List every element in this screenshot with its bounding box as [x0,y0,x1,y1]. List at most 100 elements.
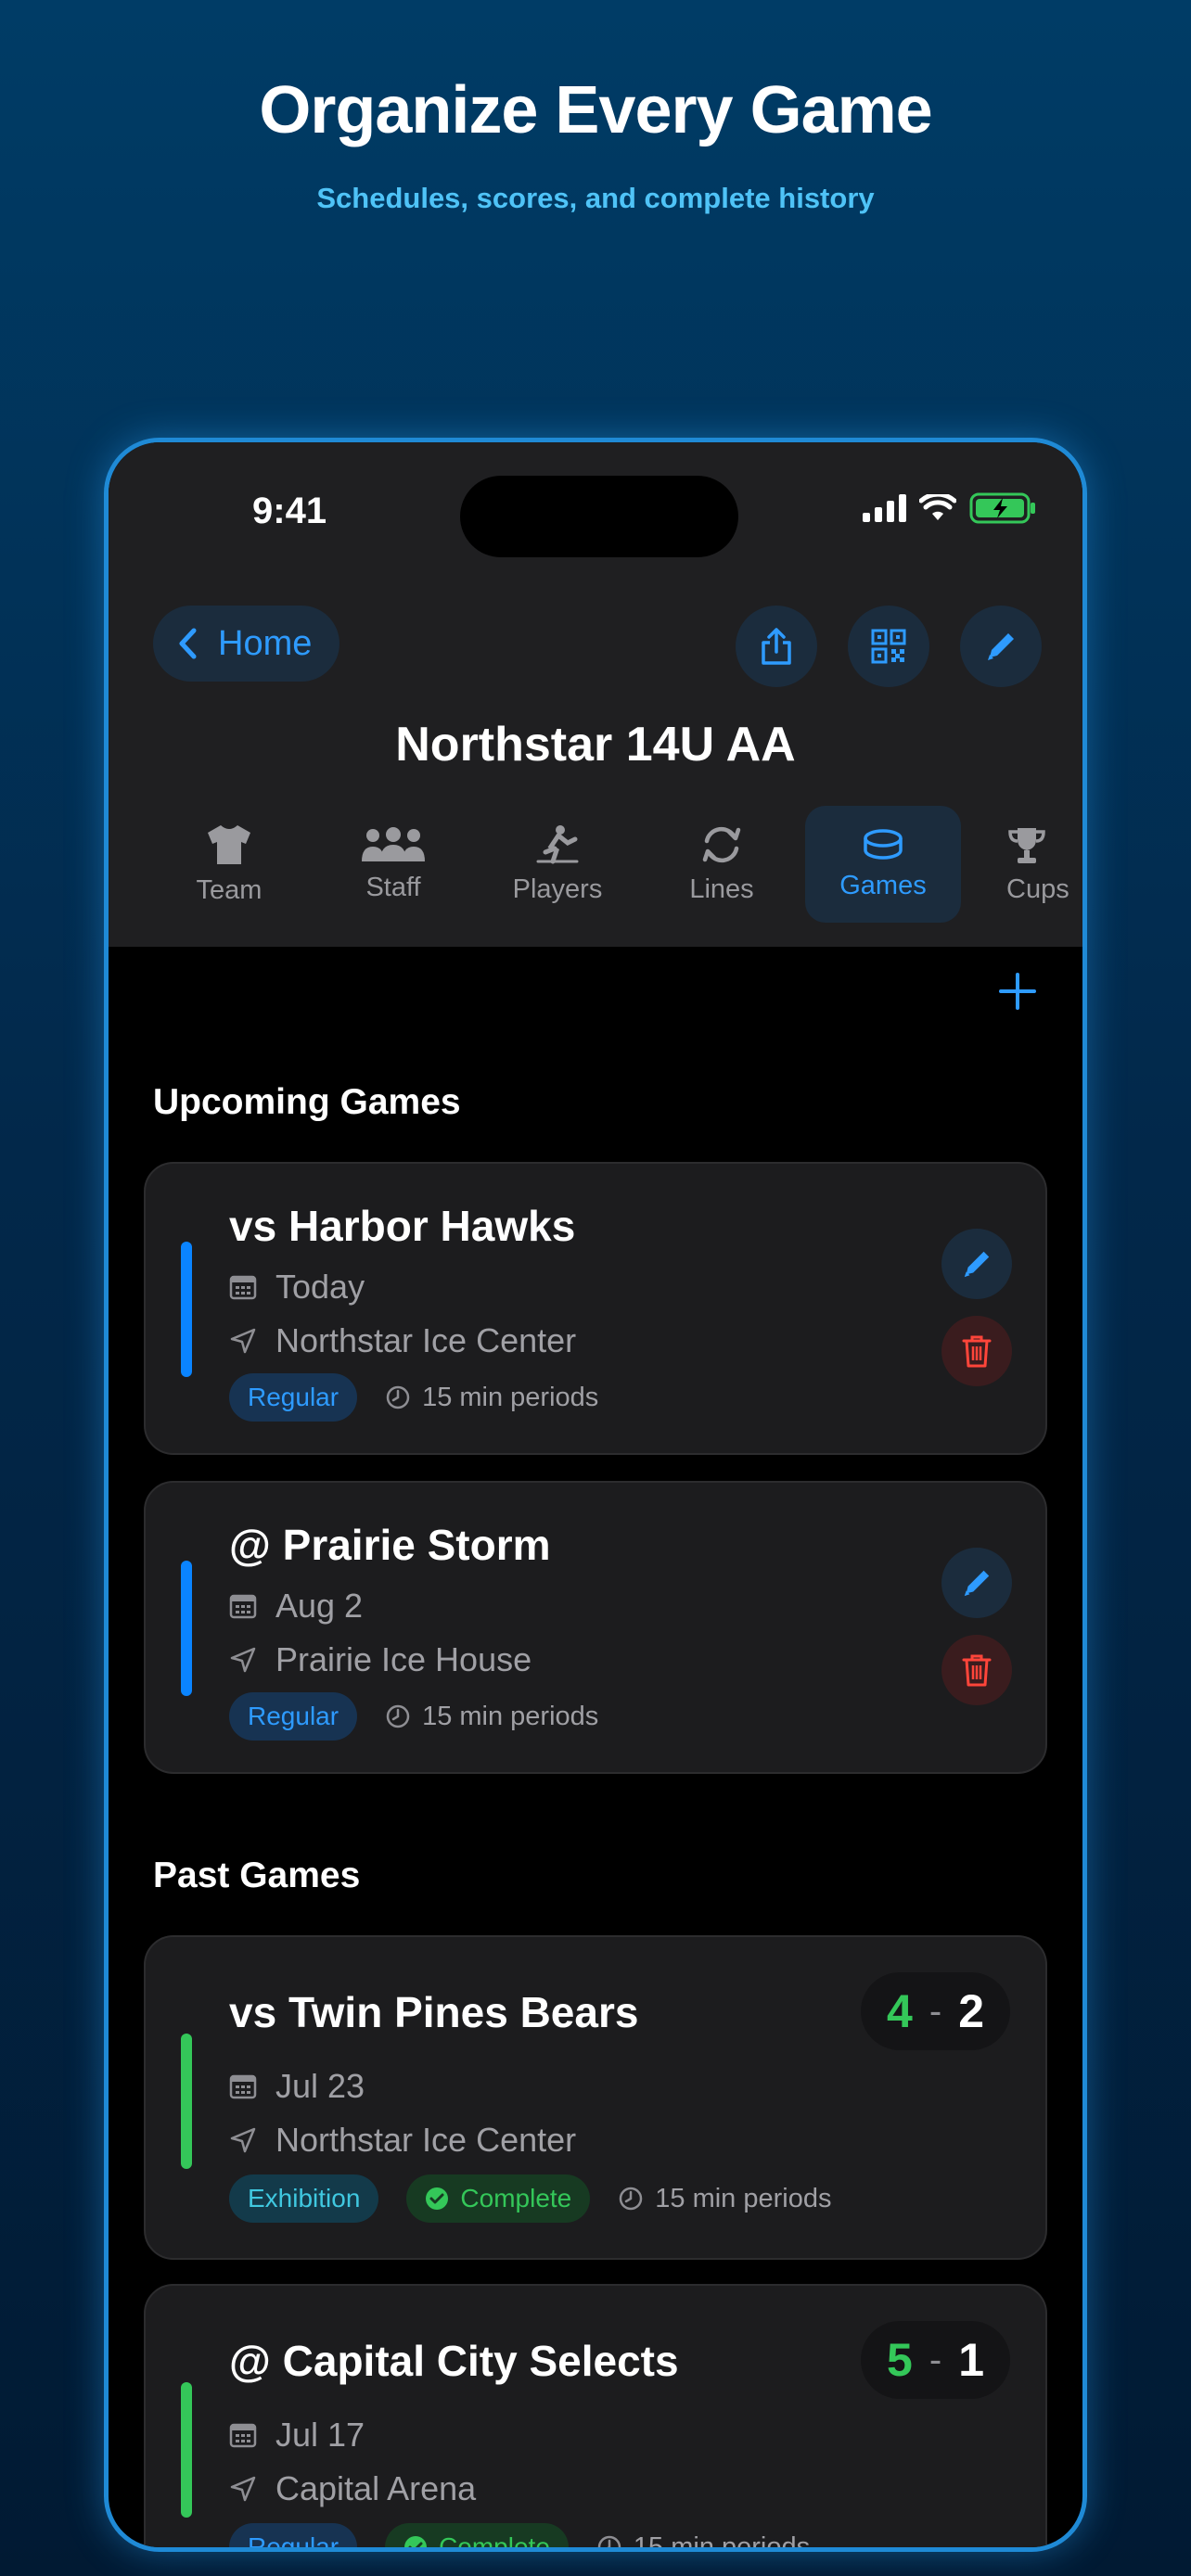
checkmark-circle-icon [404,2536,428,2547]
trash-icon [962,1335,992,1368]
share-button[interactable] [736,606,817,687]
calendar-icon [229,2074,257,2099]
status-badge: Complete [385,2523,569,2552]
location-arrow-icon [230,2476,256,2502]
tab-lines[interactable]: Lines [644,806,800,923]
delete-game-button[interactable] [941,1316,1012,1386]
game-card[interactable]: vs Harbor Hawks Today Northstar Ice Cent… [144,1162,1047,1455]
game-tags: Exhibition Complete 15 min periods [229,2174,831,2223]
period-length-label: 15 min periods [633,2531,811,2552]
tab-staff-label: Staff [365,872,421,902]
skater-icon [536,824,579,863]
calendar-icon [229,2423,257,2448]
tab-cups[interactable]: Cups [969,806,1081,923]
period-length: 15 min periods [596,2531,811,2552]
tab-players-label: Players [512,874,603,904]
game-date-row: Jul 17 [229,2416,365,2455]
game-date: Jul 23 [275,2067,365,2105]
upcoming-games-heading: Upcoming Games [153,1082,461,1122]
score-separator: - [928,1990,942,2032]
final-score: 5 - 1 [861,2321,1010,2399]
period-length-label: 15 min periods [422,1382,599,1412]
team-score: 5 [887,2334,913,2386]
win-indicator-bar [181,2382,192,2518]
tab-games-label: Games [839,870,927,900]
game-opponent: vs Harbor Hawks [229,1202,576,1250]
game-type-badge: Regular [229,1692,358,1741]
edit-game-button[interactable] [941,1548,1012,1618]
game-date-row: Jul 23 [229,2067,365,2106]
win-indicator-bar [181,2034,192,2169]
puck-icon [864,828,903,860]
plus-icon [999,973,1036,1010]
status-label: Complete [439,2532,550,2552]
add-game-button[interactable] [990,963,1045,1019]
qr-code-button[interactable] [848,606,929,687]
rotate-icon [702,826,741,862]
header-panel: 9:41 Home Northstar 14U AA Team Staff Pl… [109,442,1082,947]
period-length: 15 min periods [618,2184,831,2214]
upcoming-indicator-bar [181,1242,192,1377]
status-time: 9:41 [252,491,327,531]
game-card[interactable]: @ Prairie Storm Aug 2 Prairie Ice House … [144,1481,1047,1774]
trash-icon [962,1654,992,1687]
chevron-left-icon [179,628,197,659]
final-score: 4 - 2 [861,1972,1010,2050]
section-tabs: Team Staff Players Lines Games Cups [109,806,1082,936]
tab-players[interactable]: Players [480,806,635,923]
hero-title: Organize Every Game [259,73,932,147]
trophy-icon [1008,827,1045,863]
tab-games[interactable]: Games [805,806,961,923]
game-card[interactable]: vs Twin Pines Bears 4 - 2 Jul 23 Northst… [144,1935,1047,2260]
status-badge: Complete [406,2174,591,2223]
game-tags: Regular 15 min periods [229,1692,598,1741]
battery-charging-icon [969,492,1038,524]
status-label: Complete [460,2184,572,2213]
back-label: Home [218,623,313,663]
tab-staff[interactable]: Staff [315,806,471,923]
game-venue-row: Capital Arena [229,2469,476,2508]
staff-group-icon [362,826,425,861]
qr-code-icon [871,629,906,664]
game-venue: Capital Arena [275,2469,477,2507]
wifi-icon [919,494,956,522]
tab-team-label: Team [196,874,263,905]
hero-subtitle: Schedules, scores, and complete history [316,182,875,214]
pencil-icon [964,1251,990,1278]
calendar-icon [229,1594,257,1619]
clock-icon [386,1385,410,1409]
team-score: 4 [887,1985,913,2037]
phone-frame: 9:41 Home Northstar 14U AA Team Staff Pl… [104,438,1087,2552]
location-arrow-icon [230,1647,256,1673]
edit-team-button[interactable] [960,606,1042,687]
period-length: 15 min periods [385,1383,598,1413]
past-games-heading: Past Games [153,1855,361,1895]
team-name: Northstar 14U AA [395,718,796,772]
tab-team[interactable]: Team [151,806,307,923]
game-opponent: @ Prairie Storm [229,1521,551,1569]
back-home-button[interactable]: Home [153,606,340,682]
game-card[interactable]: @ Capital City Selects 5 - 1 Jul 17 Capi… [144,2284,1047,2552]
game-date-row: Aug 2 [229,1587,363,1626]
game-opponent: @ Capital City Selects [229,2337,679,2385]
clock-icon [386,1704,410,1728]
game-date-row: Today [229,1268,365,1307]
period-length: 15 min periods [385,1702,598,1732]
opponent-score: 1 [958,2334,984,2386]
tab-cups-label: Cups [1006,874,1069,904]
jersey-icon [208,824,250,864]
score-separator: - [928,2339,942,2380]
status-icons [863,492,1038,524]
game-type-badge: Regular [229,1373,358,1422]
checkmark-circle-icon [426,2187,449,2210]
game-venue: Prairie Ice House [275,1640,532,1678]
game-venue: Northstar Ice Center [275,2121,577,2159]
edit-game-button[interactable] [941,1229,1012,1299]
location-arrow-icon [230,2127,256,2153]
game-venue-row: Prairie Ice House [229,1640,531,1679]
game-type-badge: Exhibition [229,2174,379,2223]
delete-game-button[interactable] [941,1635,1012,1705]
game-date: Jul 17 [275,2416,365,2454]
clock-icon [620,2187,643,2211]
period-length-label: 15 min periods [422,1701,599,1731]
